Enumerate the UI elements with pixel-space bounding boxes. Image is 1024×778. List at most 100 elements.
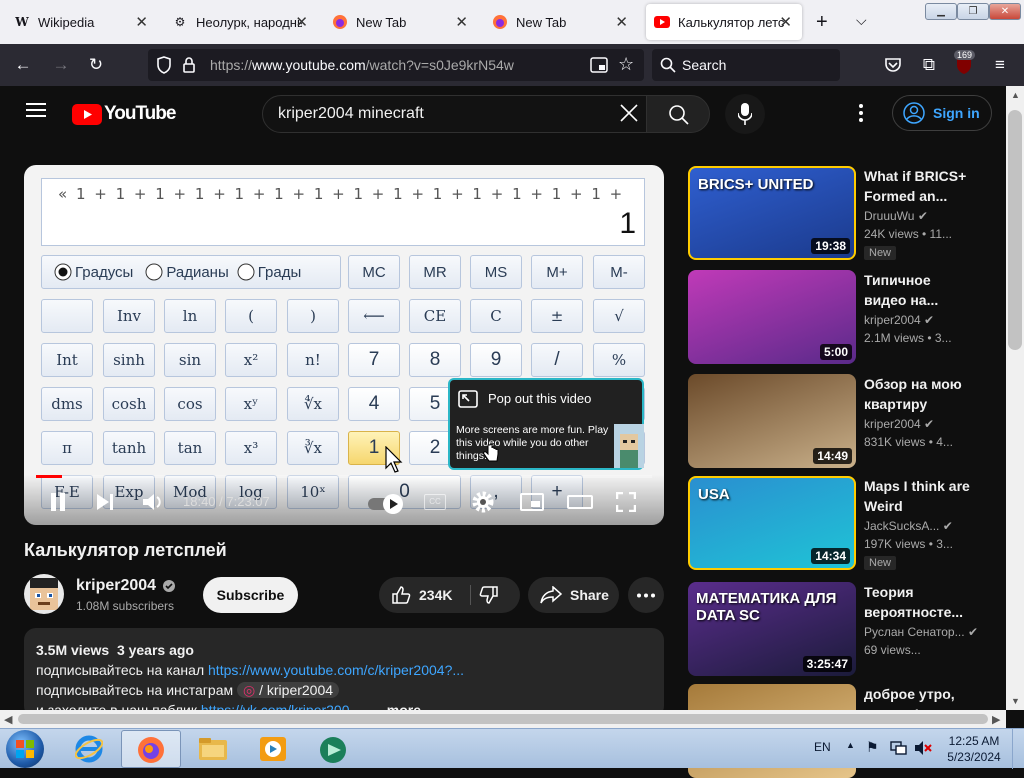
calc-key[interactable]: % [593,343,645,377]
radio-radians[interactable]: Радианы [145,263,229,281]
url-bar[interactable]: https://www.youtube.com/watch?v=s0Je9krN… [148,49,644,81]
calc-key[interactable]: ln [164,299,216,333]
pocket-icon[interactable] [882,54,904,76]
calc-key[interactable]: 9 [470,343,522,377]
settings-kebab-icon[interactable] [858,103,864,128]
recommendation-channel[interactable]: JackSucksA... ✔ [864,519,953,533]
calc-key[interactable]: CE [409,299,461,333]
recommendation-item[interactable]: 5:00 Типичное видео на... kriper2004 ✔ 2.1M… [688,270,978,364]
calc-key[interactable]: Int [41,343,93,377]
autoplay-toggle[interactable] [368,494,403,514]
more-actions-button[interactable] [628,577,664,613]
reload-icon[interactable]: ↻ [85,54,107,76]
next-video-icon[interactable] [96,493,114,511]
minimize-button[interactable]: ▁ [925,3,957,20]
new-tab-icon[interactable]: + [816,11,828,34]
radio-degrees[interactable]: Градусы [54,263,133,281]
subtitles-icon[interactable]: CC [424,494,446,510]
taskbar-app[interactable] [306,731,360,767]
calc-key[interactable] [41,299,93,333]
calc-key[interactable]: ( [225,299,277,333]
youtube-search-input[interactable]: kriper2004 minecraft [262,95,648,133]
start-button[interactable] [6,730,44,768]
recommendation-item[interactable]: 14:49 Обзор на мою квартиру kriper2004 ✔ 83… [688,374,978,468]
forward-icon[interactable]: → [50,54,72,76]
clear-search-icon[interactable] [619,103,639,128]
recommendation-channel[interactable]: DruuuWu ✔ [864,209,928,223]
radio-grads[interactable]: Грады [237,263,301,281]
recommendation-channel[interactable]: kriper2004 ✔ [864,313,934,327]
alien-mask-thumbnail[interactable]: 14:49 [688,374,856,468]
show-hidden-icons-icon[interactable]: ▲ [846,740,855,750]
calc-key[interactable]: √ [593,299,645,333]
calc-key[interactable]: x³ [225,431,277,465]
youtube-logo[interactable]: YouTube [72,103,176,125]
tab-neolurk[interactable]: ⚙ Неолурк, народный ✕ [164,4,318,40]
calc-key[interactable]: n! [287,343,339,377]
maximize-button[interactable]: ❐ [957,3,989,20]
channel-name[interactable]: kriper2004 [76,577,176,595]
globe-map-thumbnail[interactable]: BRICS+ UNITED 19:38 [688,166,856,260]
calc-key[interactable]: xʸ [225,387,277,421]
close-icon[interactable]: ✕ [779,13,792,31]
guide-menu-icon[interactable] [26,102,46,123]
calc-key[interactable]: 4 [348,387,400,421]
volume-icon[interactable] [142,492,164,512]
volume-muted-icon[interactable] [914,740,932,761]
math-lecture-thumbnail[interactable]: МАТЕМАТИКА ДЛЯ DATA SC 3:25:47 [688,582,856,676]
horizontal-scrollbar[interactable]: ◀ ▶ [0,710,1006,728]
description-box[interactable]: 3.5M views 3 years ago подписывайтесь на… [24,628,664,718]
pause-icon[interactable] [50,492,66,512]
bookmark-star-icon[interactable]: ☆ [618,54,634,75]
calc-key[interactable]: cos [164,387,216,421]
hamburger-menu-icon[interactable]: ≡ [989,54,1011,76]
hscrollbar-thumb[interactable] [18,714,988,724]
calc-key[interactable]: tan [164,431,216,465]
channel-link[interactable]: https://www.youtube.com/c/kriper2004?... [208,662,464,678]
recommendation-channel[interactable]: Руслан Сенатор... ✔ [864,625,978,639]
calc-key[interactable]: x² [225,343,277,377]
calc-key-memory[interactable]: M- [593,255,645,289]
calc-key-memory[interactable]: MS [470,255,522,289]
picture-in-picture-icon[interactable] [590,57,608,78]
close-icon[interactable]: ✕ [455,13,468,31]
voice-search-button[interactable] [725,94,765,134]
share-button[interactable]: Share [528,577,619,613]
dislike-button[interactable] [479,585,499,610]
settings-gear-icon[interactable] [472,491,494,513]
scrollbar-thumb[interactable] [1008,110,1022,350]
instagram-link[interactable]: ◎ / kriper2004 [237,682,340,698]
lock-icon[interactable] [182,56,196,79]
progress-bar[interactable] [36,475,652,478]
close-window-button[interactable]: ✕ [989,3,1021,20]
taskbar-media-player[interactable] [246,731,300,767]
miniplayer-icon[interactable] [520,493,544,511]
close-icon[interactable]: ✕ [135,13,148,31]
calc-key-memory[interactable]: M+ [531,255,583,289]
tab-new-tab[interactable]: New Tab ✕ [484,4,638,40]
action-center-flag-icon[interactable]: ⚑ [866,739,879,756]
calc-key[interactable]: sin [164,343,216,377]
taskbar-internet-explorer[interactable] [62,731,116,767]
tab-wikipedia[interactable]: W Wikipedia ✕ [6,4,158,40]
system-clock[interactable]: 12:25 AM 5/23/2024 [946,733,1002,765]
calc-key[interactable]: sinh [103,343,155,377]
recommendation-title[interactable]: Maps I think are Weird [864,476,974,516]
calc-key[interactable]: C [470,299,522,333]
taskbar-firefox[interactable] [121,730,181,768]
shield-icon[interactable] [156,56,172,78]
calc-key-memory[interactable]: MR [409,255,461,289]
recommendation-title[interactable]: Теория вероятносте... [864,582,974,622]
tab-youtube-active[interactable]: Калькулятор летспл ✕ [646,4,802,40]
recommendation-item[interactable]: BRICS+ UNITED 19:38 What if BRICS+ Formed … [688,166,978,260]
sign-in-button[interactable]: Sign in [892,95,992,131]
popout-tooltip[interactable]: Pop out this video More screens are more… [448,378,644,470]
channel-avatar[interactable] [24,574,64,614]
back-icon[interactable]: ← [12,54,34,76]
man-with-map-thumbnail[interactable]: USA 14:34 [688,476,856,570]
recommendation-channel[interactable]: kriper2004 ✔ [864,417,934,431]
calc-key[interactable]: π [41,431,93,465]
recommendation-title[interactable]: Обзор на мою квартиру [864,374,974,414]
calc-key[interactable]: 7 [348,343,400,377]
calc-key[interactable]: Inv [103,299,155,333]
